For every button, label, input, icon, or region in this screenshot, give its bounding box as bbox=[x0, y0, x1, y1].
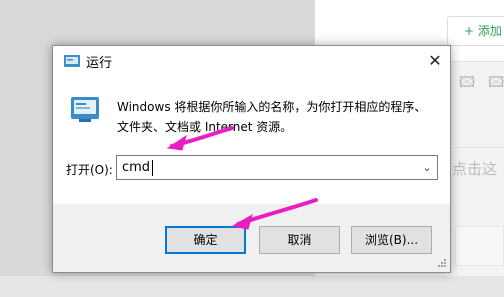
resize-grip-icon[interactable] bbox=[435, 258, 447, 270]
run-program-icon bbox=[71, 97, 99, 122]
dialog-description-line2: 文件夹、文档或 Internet 资源。 bbox=[117, 120, 293, 134]
close-icon[interactable]: ✕ bbox=[420, 46, 450, 76]
run-title-icon bbox=[64, 55, 80, 67]
background-image-icon: 🖾 bbox=[458, 73, 476, 91]
dialog-button-bar: 确定 取消 浏览(B)... bbox=[53, 204, 450, 272]
open-combobox[interactable]: cmd ⌄ bbox=[116, 155, 438, 180]
open-label: 打开(O): bbox=[66, 163, 113, 177]
dialog-description-line1: Windows 将根据你所输入的名称，为你打开相应的程序、 bbox=[117, 100, 427, 114]
cancel-button[interactable]: 取消 bbox=[259, 226, 340, 254]
browse-button[interactable]: 浏览(B)... bbox=[351, 226, 432, 254]
background-add-button[interactable]: + 添加 bbox=[447, 16, 504, 46]
background-faint-box bbox=[455, 226, 504, 266]
text-caret bbox=[152, 160, 153, 176]
screenshot-stage: + 添加 🖾 🖾 点击这 运行 ✕ Windows 将根据你所输入的名称，为你打… bbox=[0, 0, 504, 297]
background-hint-text: 点击这 bbox=[452, 160, 498, 178]
chevron-down-icon[interactable]: ⌄ bbox=[417, 156, 437, 179]
run-dialog: 运行 ✕ Windows 将根据你所输入的名称，为你打开相应的程序、 文件夹、文… bbox=[52, 45, 451, 273]
dialog-titlebar[interactable]: 运行 ✕ bbox=[53, 46, 450, 76]
background-image-icon-2: 🖾 bbox=[488, 73, 504, 91]
dialog-title: 运行 bbox=[86, 56, 113, 71]
background-bottom-bar bbox=[0, 276, 504, 297]
open-input-value[interactable]: cmd bbox=[122, 160, 150, 175]
background-divider bbox=[452, 147, 504, 148]
ok-button[interactable]: 确定 bbox=[165, 226, 246, 254]
